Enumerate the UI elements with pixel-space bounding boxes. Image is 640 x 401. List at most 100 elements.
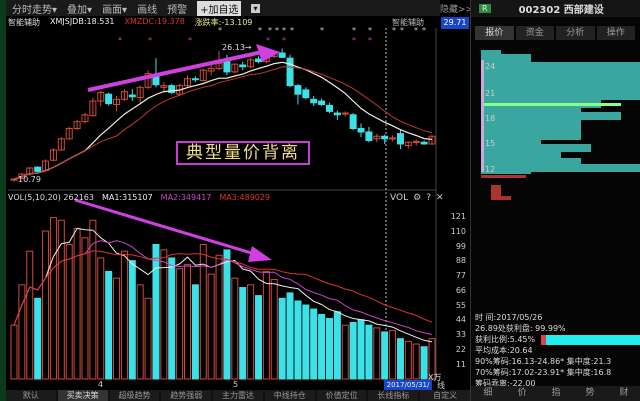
tab-analysis[interactable]: 分析 <box>556 26 595 40</box>
candle <box>302 89 310 99</box>
vol-ma1: MA1:315107 <box>101 193 153 202</box>
volume-bar <box>365 324 373 380</box>
volume-bar <box>207 273 215 380</box>
vol-ma2: MA2:349417 <box>160 193 212 202</box>
low-label: 10.79 <box>18 175 41 184</box>
cursor-date: 2017/05/31/三 <box>384 380 432 399</box>
volume-bar <box>160 249 168 380</box>
signal-star-icon: * <box>268 26 272 35</box>
tab-finance[interactable]: 财 <box>607 386 640 401</box>
volume-bar <box>381 331 389 380</box>
right-panel: R 002302 西部建设 报价 资金 分析 操作 24 21 18 15 12… <box>470 0 640 401</box>
volume-bar <box>184 264 192 380</box>
signal-star-icon: * <box>266 36 270 45</box>
volume-bar <box>286 292 294 380</box>
vol-ma3: MA3:489029 <box>219 193 271 202</box>
candle <box>381 135 389 140</box>
signal-star-icon: * <box>414 26 418 35</box>
chip-date: 时 间:2017/05/26 <box>475 313 543 322</box>
tab-index[interactable]: 指 <box>539 386 573 401</box>
tab-price[interactable]: 价 <box>505 386 539 401</box>
volume-arrow-head <box>248 246 272 262</box>
candle <box>278 52 286 58</box>
candle <box>105 93 113 105</box>
volume-bar <box>191 284 199 380</box>
chip-axis-tick: 18 <box>485 114 496 123</box>
candle <box>396 133 404 145</box>
signal-star-icon: * <box>368 36 372 45</box>
tab-trade-decision[interactable]: 买卖决策 <box>57 390 108 401</box>
signal-star-icon: * <box>282 36 286 45</box>
high-label: 26.13→ <box>222 43 252 52</box>
volume-bar <box>302 304 310 380</box>
volume-bar <box>373 327 381 380</box>
chip-profit-at: 26.89处获利盘: 99.99% <box>475 324 566 333</box>
signal-star-icon: * <box>400 26 404 35</box>
help-icon[interactable]: ? <box>426 193 431 203</box>
volume-bar <box>73 227 81 380</box>
volume-bar <box>136 284 144 380</box>
gear-icon[interactable]: ⚙ <box>413 193 421 203</box>
signal-star-icon: * <box>148 36 152 45</box>
tab-funds[interactable]: 资金 <box>515 26 554 40</box>
candle <box>310 98 318 104</box>
vol-tool-label: VOL <box>390 193 409 203</box>
candle <box>128 94 136 98</box>
tab-quote[interactable]: 报价 <box>475 26 514 40</box>
volume-bar <box>18 284 26 380</box>
volume-trend-arrow <box>74 198 259 257</box>
volume-bar <box>389 330 397 380</box>
tab-super-trend[interactable]: 超级趋势 <box>109 390 160 401</box>
candle <box>223 61 231 73</box>
profit-ratio-bar <box>541 335 640 345</box>
tab-long-term[interactable]: 长线指标 <box>368 390 419 401</box>
signal-star-icon: * <box>352 36 356 45</box>
tab-value[interactable]: 价值定位 <box>316 390 367 401</box>
vol-axis-tick: 22 <box>455 345 466 354</box>
volume-bar <box>278 297 286 380</box>
tab-trend-strength[interactable]: 趋势强弱 <box>161 390 212 401</box>
tab-trend[interactable]: 势 <box>573 386 607 401</box>
volume-tools: VOL ⚙ ? ✕ <box>390 193 444 203</box>
signal-star-icon: * <box>422 26 426 35</box>
stock-code-name: 002302 西部建设 <box>518 5 604 16</box>
chip-axis-tick: 24 <box>485 62 496 71</box>
volume-bar <box>26 250 34 380</box>
volume-bar <box>120 250 128 380</box>
volume-bar <box>357 319 365 380</box>
volume-bar <box>168 257 176 380</box>
vol-axis-tick: 55 <box>455 301 466 310</box>
vol-value: 262163 <box>63 193 94 202</box>
signal-star-icon: * <box>368 26 372 35</box>
candle <box>10 178 18 181</box>
price-trend-arrow <box>87 50 263 92</box>
tab-operation[interactable]: 操作 <box>596 26 635 40</box>
signal-star-icon: * <box>282 26 286 35</box>
divergence-label: 典型量价背离 <box>176 141 310 165</box>
tab-default[interactable]: 默认 <box>6 390 56 401</box>
candle <box>341 112 349 115</box>
tab-mid-position[interactable]: 中线持仓 <box>264 390 315 401</box>
candle <box>420 141 428 145</box>
volume-bar <box>412 343 420 380</box>
vol-title: VOL(5,10,20) <box>8 193 61 202</box>
candle <box>318 100 326 105</box>
signal-star-icon: * <box>218 26 222 35</box>
volume-bar <box>270 278 278 380</box>
tab-main-radar[interactable]: 主力雷达 <box>213 390 263 401</box>
tab-custom[interactable]: 自定义 <box>420 390 471 401</box>
x-axis-month-4: 4 <box>98 380 104 389</box>
tab-detail[interactable]: 细 <box>471 386 505 401</box>
volume-ma2 <box>13 240 433 335</box>
volume-bar <box>239 287 247 380</box>
close-icon[interactable]: ✕ <box>436 193 444 203</box>
chip-axis-tick: 15 <box>485 139 496 148</box>
volume-bar <box>294 300 302 380</box>
signal-star-icon: * <box>320 26 324 35</box>
indicator-tabs: 默认 买卖决策 超级趋势 趋势强弱 主力雷达 中线持仓 价值定位 长线指标 自定… <box>6 390 471 401</box>
candle <box>365 131 373 142</box>
signal-star-icon: * <box>188 36 192 45</box>
volume-bar <box>254 295 262 380</box>
volume-bar <box>10 324 18 380</box>
volume-bar <box>318 313 326 380</box>
